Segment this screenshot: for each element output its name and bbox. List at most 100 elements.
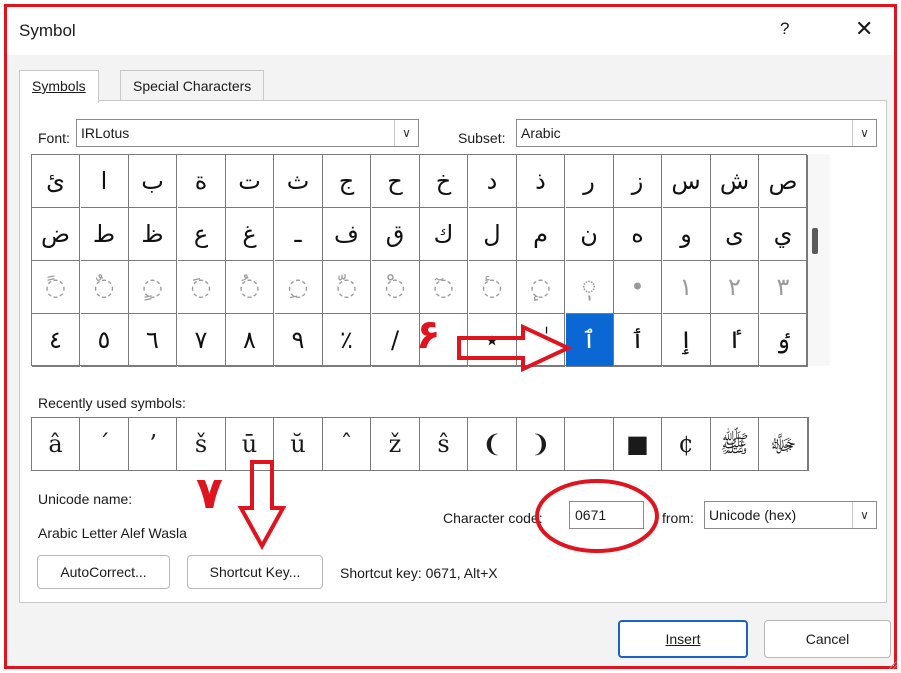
recent-symbol-cell[interactable]: ŝ xyxy=(420,418,468,470)
symbol-cell[interactable]: ◌ً xyxy=(32,261,80,314)
close-icon[interactable]: ✕ xyxy=(855,16,873,42)
symbol-cell[interactable]: ٲ xyxy=(614,314,662,367)
symbol-cell[interactable]: ك xyxy=(420,208,468,261)
symbol-cell[interactable]: ◌ٕ xyxy=(517,261,565,314)
scrollbar-thumb[interactable] xyxy=(812,228,818,254)
symbol-cell[interactable]: ٧ xyxy=(177,314,226,367)
cancel-label: Cancel xyxy=(805,631,850,647)
symbol-cell[interactable]: ض xyxy=(32,208,80,261)
symbol-cell[interactable]: ص xyxy=(759,155,808,208)
symbol-cell[interactable]: ظ xyxy=(129,208,177,261)
symbol-cell[interactable]: ◌َ xyxy=(177,261,226,314)
annotation-number-six: ۶ xyxy=(416,312,441,358)
subset-select[interactable]: Arabic ∨ xyxy=(516,119,877,147)
symbol-cell[interactable]: ه xyxy=(614,208,662,261)
symbol-cell[interactable]: ٶ xyxy=(759,314,808,367)
tab-symbols[interactable]: Symbols xyxy=(19,70,99,103)
symbol-cell[interactable]: ق xyxy=(371,208,420,261)
symbol-cell[interactable]: غ xyxy=(226,208,274,261)
recent-symbol-cell[interactable]: ﷻ xyxy=(760,418,808,470)
symbol-cell[interactable]: ر xyxy=(565,155,614,208)
symbol-cell[interactable]: ◌ُ xyxy=(226,261,274,314)
symbol-cell[interactable]: ة xyxy=(177,155,226,208)
recent-symbol-cell[interactable]: ž xyxy=(372,418,420,470)
symbol-cell[interactable]: ٣ xyxy=(759,261,808,314)
symbol-cell[interactable]: ف xyxy=(323,208,371,261)
symbol-cell[interactable]: ز xyxy=(614,155,662,208)
font-value: IRLotus xyxy=(81,125,130,141)
annotation-number-seven: ٧ xyxy=(196,468,223,519)
symbol-cell[interactable]: ٵ xyxy=(711,314,759,367)
recent-symbol-cell[interactable]: š xyxy=(178,418,226,470)
symbol-cell[interactable]: / xyxy=(371,314,420,367)
recent-symbol-cell[interactable]: ■ xyxy=(614,418,662,470)
chevron-down-icon[interactable]: ∨ xyxy=(852,120,876,146)
symbol-cell[interactable]: ئ xyxy=(32,155,80,208)
symbol-cell[interactable]: ٪ xyxy=(323,314,371,367)
symbol-cell[interactable]: ١ xyxy=(662,261,711,314)
symbol-cell[interactable]: ج xyxy=(323,155,371,208)
from-value: Unicode (hex) xyxy=(709,507,797,523)
symbol-cell[interactable]: م xyxy=(517,208,565,261)
symbol-cell[interactable]: ذ xyxy=(517,155,565,208)
help-button[interactable]: ? xyxy=(780,19,789,39)
chevron-down-icon[interactable]: ∨ xyxy=(394,120,418,146)
resize-grip-icon[interactable] xyxy=(888,660,898,670)
symbol-cell[interactable]: ◌ِ xyxy=(274,261,323,314)
symbol-cell[interactable]: ح xyxy=(371,155,420,208)
symbol-cell[interactable]: ٨ xyxy=(226,314,274,367)
symbol-cell[interactable]: ◌ٔ xyxy=(468,261,517,314)
recent-symbols: â ˊ ʼ š ū ŭ ˆ ž ŝ ❨ ❩ ■ ¢ ﷺ ﷻ xyxy=(31,417,809,471)
recent-symbol-cell[interactable]: ʼ xyxy=(129,418,177,470)
autocorrect-button[interactable]: AutoCorrect... xyxy=(37,555,170,589)
symbol-cell[interactable]: ٦ xyxy=(129,314,177,367)
symbol-cell[interactable]: ٥ xyxy=(80,314,129,367)
symbol-cell[interactable]: ت xyxy=(226,155,274,208)
symbol-cell[interactable]: ٢ xyxy=(711,261,759,314)
insert-button[interactable]: Insert xyxy=(618,620,748,658)
symbol-cell[interactable]: س xyxy=(662,155,711,208)
recent-symbol-cell[interactable]: ❨ xyxy=(469,418,517,470)
recent-symbol-cell[interactable]: ﷺ xyxy=(711,418,759,470)
font-select[interactable]: IRLotus ∨ xyxy=(76,119,419,147)
chevron-down-icon[interactable]: ∨ xyxy=(852,502,876,528)
symbol-cell[interactable]: ن xyxy=(565,208,614,261)
symbol-cell[interactable]: و xyxy=(662,208,711,261)
grid-scrollbar[interactable] xyxy=(808,154,830,366)
symbol-cell[interactable]: ع xyxy=(177,208,226,261)
recent-symbol-cell[interactable]: ˆ xyxy=(323,418,371,470)
recent-symbol-cell[interactable]: ❩ xyxy=(517,418,565,470)
symbol-cell[interactable]: ٤ xyxy=(32,314,80,367)
from-select[interactable]: Unicode (hex) ∨ xyxy=(704,501,877,529)
symbol-cell[interactable]: ل xyxy=(468,208,517,261)
shortcut-key-label: Shortcut Key... xyxy=(209,564,301,580)
cancel-button[interactable]: Cancel xyxy=(764,620,891,658)
symbol-cell[interactable]: ◌ٓ xyxy=(420,261,468,314)
recent-symbol-cell[interactable] xyxy=(566,418,614,470)
symbol-cell[interactable]: ث xyxy=(274,155,323,208)
recent-symbol-cell[interactable]: ¢ xyxy=(663,418,711,470)
symbol-cell[interactable]: خ xyxy=(420,155,468,208)
symbol-cell[interactable]: ◌ٖ xyxy=(565,261,614,314)
symbol-cell[interactable]: ◌ّ xyxy=(323,261,371,314)
symbol-cell[interactable]: د xyxy=(468,155,517,208)
symbol-cell[interactable]: ط xyxy=(80,208,129,261)
recent-symbol-cell[interactable]: â xyxy=(32,418,80,470)
symbol-cell[interactable]: ى xyxy=(711,208,759,261)
unicode-name-label: Unicode name: xyxy=(38,491,133,507)
symbol-cell[interactable]: ◌ْ xyxy=(371,261,420,314)
symbol-cell[interactable]: ا xyxy=(80,155,129,208)
symbol-cell[interactable]: ◌ٌ xyxy=(80,261,129,314)
symbol-cell[interactable]: ش xyxy=(711,155,759,208)
from-label: from: xyxy=(662,510,694,526)
symbol-cell[interactable]: ٳ xyxy=(662,314,711,367)
symbol-cell[interactable]: • xyxy=(614,261,662,314)
symbol-cell[interactable]: ـ xyxy=(274,208,323,261)
symbol-cell[interactable]: ◌ٍ xyxy=(129,261,177,314)
tab-special-characters[interactable]: Special Characters xyxy=(120,70,265,101)
shortcut-key-button[interactable]: Shortcut Key... xyxy=(187,555,323,589)
recent-symbol-cell[interactable]: ˊ xyxy=(81,418,129,470)
symbol-cell[interactable]: ب xyxy=(129,155,177,208)
symbol-cell[interactable]: ٩ xyxy=(274,314,323,367)
symbol-cell[interactable]: ي xyxy=(759,208,808,261)
